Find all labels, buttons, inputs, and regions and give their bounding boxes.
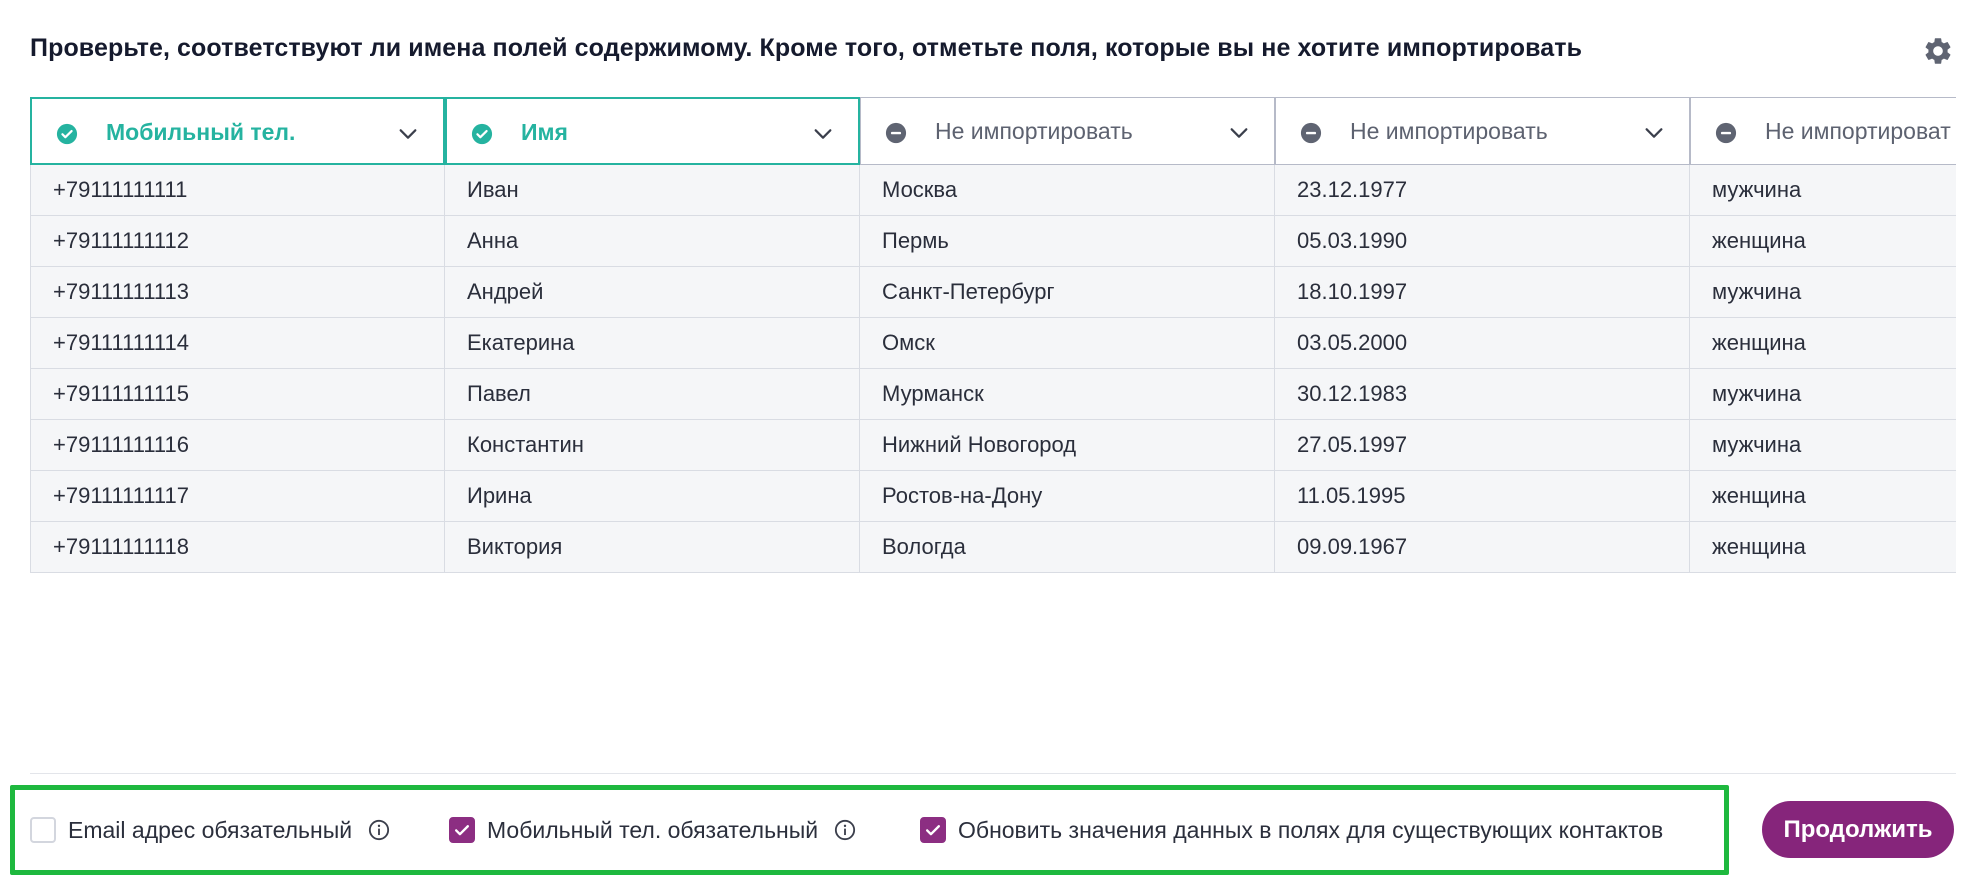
- checkmark-icon: [455, 825, 469, 836]
- table-cell: мужчина: [1690, 267, 1956, 318]
- table-cell: 09.09.1967: [1275, 522, 1690, 573]
- table-cell: Виктория: [445, 522, 860, 573]
- table-cell: Вологда: [860, 522, 1275, 573]
- page-title: Проверьте, соответствуют ли имена полей …: [30, 34, 1583, 62]
- table-cell: мужчина: [1690, 165, 1956, 216]
- option-update-existing: Обновить значения данных в полях для сущ…: [920, 815, 1663, 845]
- table-row: +79111111114 Екатерина Омск 03.05.2000 женщи…: [30, 318, 1956, 369]
- table-cell: +79111111113: [30, 267, 445, 318]
- continue-button[interactable]: Продолжить: [1762, 801, 1954, 858]
- table-cell: +79111111116: [30, 420, 445, 471]
- table-cell: женщина: [1690, 216, 1956, 267]
- checkmark-icon: [926, 825, 940, 836]
- minus-circle-icon: [1300, 122, 1322, 144]
- option-mobile-required: Мобильный тел. обязательный: [449, 815, 856, 845]
- column-mapping-label: Имя: [521, 119, 568, 145]
- gear-icon[interactable]: [1922, 35, 1954, 67]
- column-mapping-dropdown[interactable]: Не импортировать: [1275, 97, 1690, 165]
- email-required-checkbox[interactable]: [30, 817, 56, 843]
- table-cell: Константин: [445, 420, 860, 471]
- info-icon[interactable]: [368, 819, 390, 841]
- chevron-down-icon: [1645, 128, 1663, 138]
- table-cell: Анна: [445, 216, 860, 267]
- table-row: +79111111118 Виктория Вологда 09.09.1967 жен…: [30, 522, 1956, 573]
- column-mapping-dropdown[interactable]: Не импортировать: [860, 97, 1275, 165]
- table-row: +79111111115 Павел Мурманск 30.12.1983 мужчи…: [30, 369, 1956, 420]
- table-cell: женщина: [1690, 471, 1956, 522]
- minus-circle-icon: [885, 122, 907, 144]
- table-row: +79111111111 Иван Москва 23.12.1977 мужчина: [30, 165, 1956, 216]
- table-cell: 30.12.1983: [1275, 369, 1690, 420]
- table-cell: +79111111118: [30, 522, 445, 573]
- table-cell: +79111111112: [30, 216, 445, 267]
- column-mapping-dropdown[interactable]: Имя: [445, 97, 860, 165]
- option-email-required: Email адрес обязательный: [30, 815, 390, 845]
- table-cell: 05.03.1990: [1275, 216, 1690, 267]
- table-cell: 11.05.1995: [1275, 471, 1690, 522]
- table-cell: Ростов-на-Дону: [860, 471, 1275, 522]
- table-cell: +79111111117: [30, 471, 445, 522]
- minus-circle-icon: [1715, 122, 1737, 144]
- table-cell: Санкт-Петербург: [860, 267, 1275, 318]
- email-required-label: Email адрес обязательный: [68, 816, 353, 843]
- mobile-required-label: Мобильный тел. обязательный: [487, 816, 819, 843]
- table-cell: мужчина: [1690, 369, 1956, 420]
- column-mapping-label: Не импортировать: [935, 118, 1133, 144]
- table-cell: Екатерина: [445, 318, 860, 369]
- table-row: +79111111117 Ирина Ростов-на-Дону 11.05.199…: [30, 471, 1956, 522]
- check-circle-icon: [56, 123, 78, 145]
- table-cell: Омск: [860, 318, 1275, 369]
- mobile-required-checkbox[interactable]: [449, 817, 475, 843]
- table-row: +79111111113 Андрей Санкт-Петербург 18.10.1…: [30, 267, 1956, 318]
- table-cell: Андрей: [445, 267, 860, 318]
- chevron-down-icon: [1230, 128, 1248, 138]
- table-cell: 23.12.1977: [1275, 165, 1690, 216]
- update-existing-checkbox[interactable]: [920, 817, 946, 843]
- divider: [30, 773, 1956, 774]
- table-row: +79111111112 Анна Пермь 05.03.1990 женщина: [30, 216, 1956, 267]
- table-cell: +79111111115: [30, 369, 445, 420]
- table-cell: женщина: [1690, 318, 1956, 369]
- table-cell: Нижний Новогород: [860, 420, 1275, 471]
- table-cell: Мурманск: [860, 369, 1275, 420]
- table-cell: +79111111114: [30, 318, 445, 369]
- chevron-down-icon: [399, 129, 417, 139]
- table-cell: женщина: [1690, 522, 1956, 573]
- table-cell: 18.10.1997: [1275, 267, 1690, 318]
- chevron-down-icon: [814, 129, 832, 139]
- column-mapping-dropdown[interactable]: Мобильный тел.: [30, 97, 445, 165]
- table-cell: мужчина: [1690, 420, 1956, 471]
- import-preview-table: Мобильный тел. Имя Не импортировать Не импо…: [30, 97, 1956, 577]
- table-cell: Ирина: [445, 471, 860, 522]
- table-cell: +79111111111: [30, 165, 445, 216]
- column-mapping-label: Мобильный тел.: [106, 119, 296, 145]
- column-mapping-dropdown[interactable]: Не импортироват: [1690, 97, 1956, 165]
- column-mapping-label: Не импортироват: [1765, 118, 1951, 144]
- info-icon[interactable]: [834, 819, 856, 841]
- table-header: Мобильный тел. Имя Не импортировать Не импо…: [30, 97, 1956, 165]
- table-cell: Иван: [445, 165, 860, 216]
- table-cell: 27.05.1997: [1275, 420, 1690, 471]
- table-cell: Пермь: [860, 216, 1275, 267]
- column-mapping-label: Не импортировать: [1350, 118, 1548, 144]
- table-row: +79111111116 Константин Нижний Новогород 27…: [30, 420, 1956, 471]
- table-cell: Павел: [445, 369, 860, 420]
- update-existing-label: Обновить значения данных в полях для сущ…: [958, 816, 1664, 843]
- table-cell: Москва: [860, 165, 1275, 216]
- check-circle-icon: [471, 123, 493, 145]
- table-cell: 03.05.2000: [1275, 318, 1690, 369]
